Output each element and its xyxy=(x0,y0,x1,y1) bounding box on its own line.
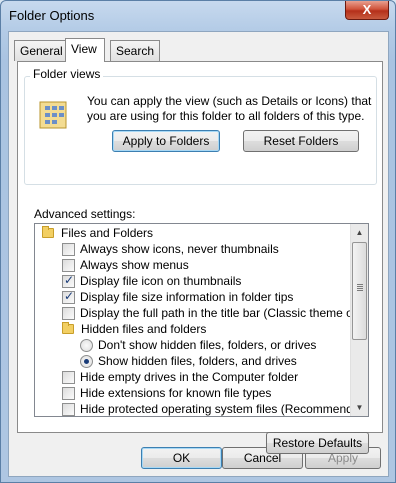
ok-button[interactable]: OK xyxy=(141,447,222,469)
radio-button[interactable] xyxy=(80,355,93,368)
folder-views-title: Folder views xyxy=(30,67,104,81)
settings-item-label: Show hidden files, folders, and drives xyxy=(98,354,297,368)
settings-item-label: Hide extensions for known file types xyxy=(80,386,272,400)
reset-folders-button[interactable]: Reset Folders xyxy=(243,130,359,152)
folder-icon xyxy=(42,226,54,238)
apply-to-folders-button[interactable]: Apply to Folders xyxy=(112,130,220,152)
checkbox[interactable] xyxy=(62,273,75,288)
settings-item-label: Hidden files and folders xyxy=(81,322,207,336)
settings-item-label: Files and Folders xyxy=(61,226,154,240)
view-tab-panel: Folder views You can apply the view (suc… xyxy=(17,61,383,454)
checkbox[interactable] xyxy=(62,307,75,320)
folder-options-window: Folder Options X General View Search Fol… xyxy=(0,0,396,483)
scrollbar-grip xyxy=(357,284,363,285)
settings-item-label: Display the full path in the title bar (… xyxy=(80,306,369,320)
checkbox[interactable] xyxy=(62,243,75,256)
radio-button[interactable] xyxy=(80,339,93,352)
settings-item-label: Always show menus xyxy=(80,258,189,272)
advanced-settings-list[interactable]: Files and Folders Always show icons, neve… xyxy=(34,223,369,417)
checkbox[interactable] xyxy=(62,403,75,416)
scroll-up-arrow-icon[interactable]: ▲ xyxy=(351,224,368,241)
close-icon: X xyxy=(362,2,372,17)
settings-item-label: Hide empty drives in the Computer folder xyxy=(80,370,299,384)
tab-view[interactable]: View xyxy=(65,38,105,62)
folder-icon xyxy=(62,322,74,334)
tab-search[interactable]: Search xyxy=(110,40,161,61)
scrollbar-thumb[interactable] xyxy=(352,242,367,340)
vertical-scrollbar[interactable]: ▲ ▼ xyxy=(350,224,368,416)
checkbox[interactable] xyxy=(62,371,75,384)
settings-item-label: Display file icon on thumbnails xyxy=(80,274,242,288)
advanced-settings-items: Files and Folders Always show icons, neve… xyxy=(35,224,368,416)
tab-general[interactable]: General xyxy=(14,40,69,61)
advanced-settings-label: Advanced settings: xyxy=(34,207,136,221)
window-title: Folder Options xyxy=(9,8,95,23)
settings-item-label: Always show icons, never thumbnails xyxy=(80,242,279,256)
settings-item-label: Hide protected operating system files (R… xyxy=(80,402,369,416)
folder-views-icon xyxy=(39,101,67,129)
title-bar[interactable]: Folder Options X xyxy=(1,1,395,31)
restore-defaults-button[interactable]: Restore Defaults xyxy=(266,432,369,454)
checkbox[interactable] xyxy=(62,387,75,400)
folder-views-description: You can apply the view (such as Details … xyxy=(87,94,372,123)
scroll-down-arrow-icon[interactable]: ▼ xyxy=(351,399,368,416)
settings-item-label: Display file size information in folder … xyxy=(80,290,294,304)
settings-item-label: Don't show hidden files, folders, or dri… xyxy=(98,338,317,352)
checkbox[interactable] xyxy=(62,259,75,272)
folder-views-group: You can apply the view (such as Details … xyxy=(24,76,377,185)
checkbox[interactable] xyxy=(62,289,75,304)
dialog-body: General View Search Folder views You can… xyxy=(8,31,389,477)
close-button[interactable]: X xyxy=(345,1,389,20)
